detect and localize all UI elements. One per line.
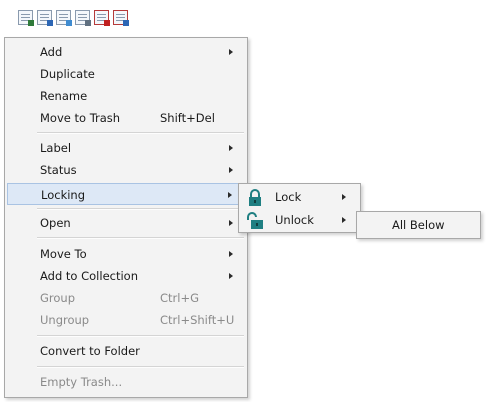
menu-item-label: Open [40, 216, 71, 230]
menu-item-label: Locking [41, 188, 86, 202]
menu-item-label: Empty Trash... [40, 375, 123, 389]
menu-item-shortcut: Ctrl+Shift+U [160, 313, 235, 327]
menu-item-duplicate[interactable]: Duplicate [5, 63, 247, 85]
menu-item-shortcut: Shift+Del [160, 111, 215, 125]
menu-item-shortcut: Ctrl+G [160, 291, 200, 305]
unlock-submenu: All Below [356, 211, 481, 239]
submenu-arrow-icon [229, 273, 233, 279]
submenu-arrow-icon [229, 49, 233, 55]
submenu-arrow-icon [342, 217, 346, 223]
menu-item-label: Move to Trash [40, 111, 121, 125]
menu-separator [37, 237, 244, 239]
menu-item-label-submenu[interactable]: Label [5, 137, 247, 159]
submenu-arrow-icon [229, 167, 233, 173]
menu-item-open[interactable]: Open [5, 212, 247, 234]
menu-separator [37, 208, 244, 210]
document-red-blue-icon[interactable] [113, 10, 129, 26]
document-icon[interactable] [18, 10, 34, 26]
toolbar [18, 10, 132, 30]
menu-item-status[interactable]: Status [5, 159, 247, 181]
submenu-arrow-icon [229, 251, 233, 257]
menu-item-unlock[interactable]: Unlock [239, 209, 360, 231]
lock-closed-icon [249, 189, 261, 206]
menu-item-all-below[interactable]: All Below [357, 214, 480, 236]
submenu-arrow-icon [229, 220, 233, 226]
menu-item-add[interactable]: Add [5, 41, 247, 63]
document-split-icon[interactable] [56, 10, 72, 26]
menu-separator [37, 366, 244, 368]
menu-item-label: Group [40, 291, 76, 305]
menu-item-label: Rename [40, 89, 88, 103]
locking-submenu: Lock Unlock [238, 183, 361, 233]
menu-item-lock[interactable]: Lock [239, 186, 360, 208]
menu-item-label: Status [40, 163, 77, 177]
menu-item-label: Label [40, 141, 72, 155]
menu-item-label: Unlock [275, 213, 314, 227]
document-red-icon[interactable] [94, 10, 110, 26]
menu-item-label: Add to Collection [40, 269, 139, 283]
menu-separator [37, 132, 244, 134]
submenu-arrow-icon [229, 145, 233, 151]
menu-item-ungroup: Ungroup Ctrl+Shift+U [5, 309, 247, 331]
menu-item-rename[interactable]: Rename [5, 85, 247, 107]
menu-item-label: Lock [275, 190, 302, 204]
submenu-arrow-icon [228, 192, 232, 198]
menu-item-empty-trash: Empty Trash... [5, 371, 247, 393]
menu-item-label: Ungroup [40, 313, 90, 327]
menu-item-label: Convert to Folder [40, 344, 140, 358]
menu-item-add-to-collection[interactable]: Add to Collection [5, 265, 247, 287]
menu-item-move-to-trash[interactable]: Move to Trash Shift+Del [5, 107, 247, 129]
menu-item-convert-to-folder[interactable]: Convert to Folder [5, 340, 247, 362]
menu-item-label: All Below [392, 218, 445, 232]
menu-item-group: Group Ctrl+G [5, 287, 247, 309]
lock-open-icon [247, 212, 263, 229]
document-blue-icon[interactable] [37, 10, 53, 26]
menu-item-move-to[interactable]: Move To [5, 243, 247, 265]
menu-item-label: Move To [40, 247, 87, 261]
menu-separator [37, 335, 244, 337]
document-lines-icon[interactable] [75, 10, 91, 26]
submenu-arrow-icon [342, 194, 346, 200]
menu-item-locking[interactable]: Locking [7, 183, 245, 205]
menu-item-label: Add [40, 45, 63, 59]
context-menu: Add Duplicate Rename Move to Trash Shift… [4, 37, 248, 398]
menu-item-label: Duplicate [40, 67, 95, 81]
